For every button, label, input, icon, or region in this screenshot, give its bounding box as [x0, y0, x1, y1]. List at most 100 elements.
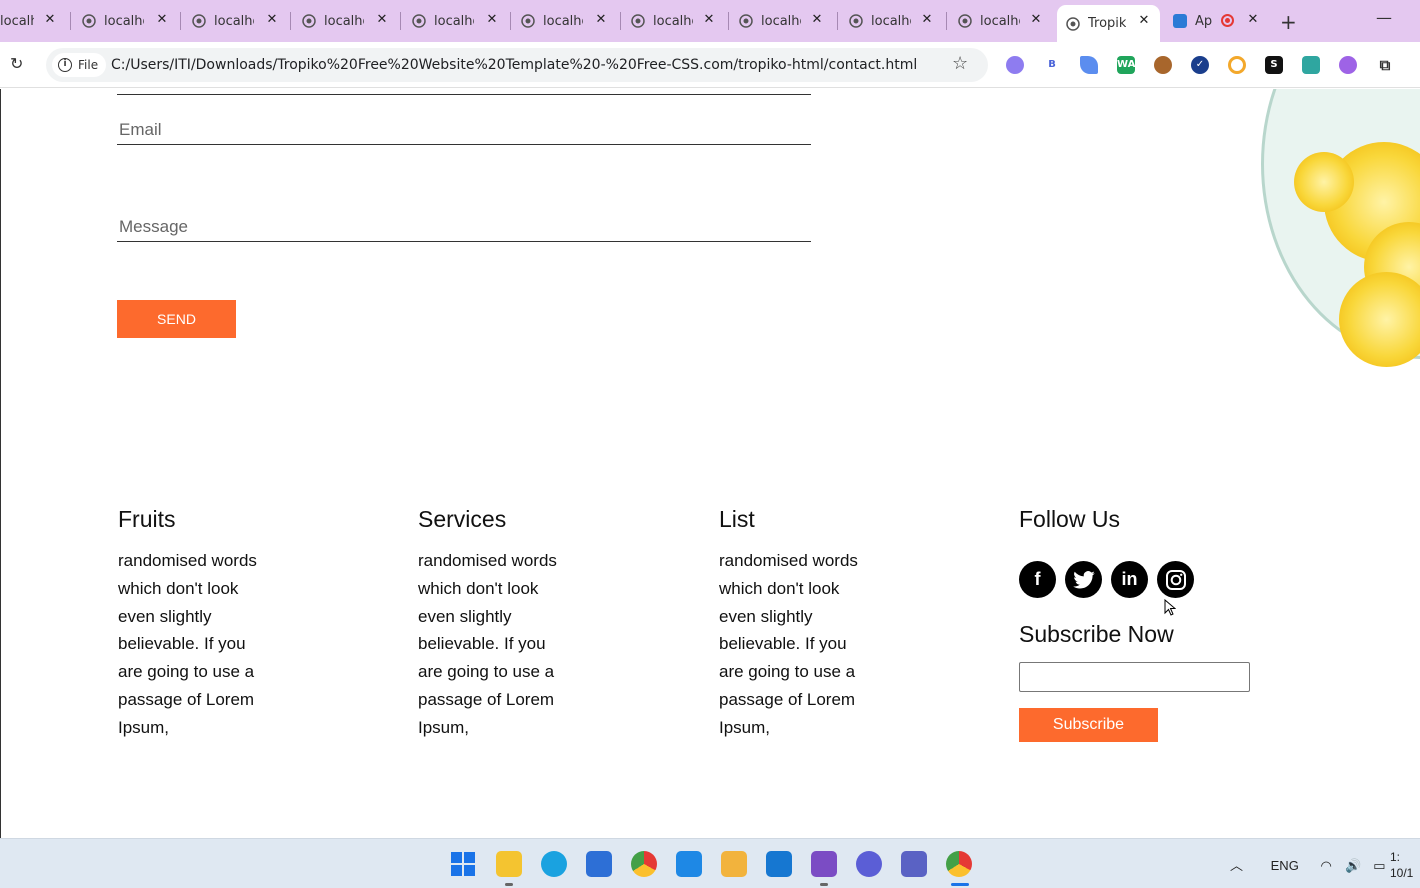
facebook-icon[interactable]: f — [1019, 561, 1056, 598]
footer-column-title: Services — [418, 506, 507, 532]
tab-close-icon[interactable]: ✕ — [701, 12, 717, 27]
extensions-puzzle-icon[interactable]: ⧉ — [1376, 56, 1394, 74]
tab-close-icon[interactable]: ✕ — [1245, 12, 1261, 27]
battery-icon[interactable]: ▭ — [1373, 858, 1385, 873]
start-menu-icon[interactable] — [450, 851, 476, 877]
visual-studio-icon[interactable] — [811, 851, 837, 877]
browser-tab[interactable]: localhost ✕ — [412, 8, 500, 34]
browser-tab[interactable]: localhost ✕ — [739, 8, 825, 34]
minimize-button[interactable]: — — [1376, 8, 1392, 27]
tab-close-icon[interactable]: ✕ — [809, 12, 825, 27]
paint-icon[interactable] — [721, 851, 747, 877]
feather-extension-icon[interactable] — [1080, 56, 1098, 74]
globe-icon — [192, 14, 206, 28]
app-launcher-icon[interactable] — [676, 851, 702, 877]
browser-tab[interactable]: localhost ✕ — [958, 8, 1044, 34]
chrome-icon[interactable] — [631, 851, 657, 877]
windows-taskbar: ︿ ENG ◠ 🔊 ▭ 1: 10/1 — [0, 838, 1420, 888]
tab-separator — [510, 12, 511, 30]
brain-extension-icon[interactable] — [1339, 56, 1357, 74]
reload-icon[interactable]: ↻ — [10, 54, 23, 73]
url-text[interactable]: C:/Users/ITI/Downloads/Tropiko%20Free%20… — [111, 57, 917, 73]
file-explorer-icon[interactable] — [496, 851, 522, 877]
b-extension-icon[interactable]: B — [1043, 56, 1061, 74]
browser-tab[interactable]: localhost ✕ — [0, 8, 58, 34]
chevron-up-icon[interactable]: ︿ — [1230, 858, 1243, 873]
tab-close-icon[interactable]: ✕ — [264, 12, 280, 27]
tab-separator — [400, 12, 401, 30]
tab-label: localhost — [324, 13, 364, 29]
tab-separator — [946, 12, 947, 30]
browser-tab[interactable]: localhost ✕ — [192, 8, 280, 34]
edge-icon[interactable] — [541, 851, 567, 877]
page-content: SEND Fruits randomised words which don't… — [0, 89, 1420, 838]
cast-extension-icon[interactable] — [1302, 56, 1320, 74]
browser-tab[interactable]: localhost ✕ — [631, 8, 717, 34]
chrome-active-icon[interactable] — [946, 851, 972, 877]
ring-extension-icon[interactable] — [1228, 56, 1246, 74]
clock-date: 10/1 — [1390, 866, 1414, 880]
globe-icon — [412, 14, 426, 28]
tab-close-icon[interactable]: ✕ — [484, 12, 500, 27]
browser-tab[interactable]: localhost ✕ — [849, 8, 935, 34]
tab-close-icon[interactable]: ✕ — [1028, 12, 1044, 27]
tab-close-icon[interactable]: ✕ — [919, 12, 935, 27]
globe-icon — [1066, 16, 1080, 31]
browser-tab[interactable]: localhost ✕ — [521, 8, 609, 34]
tab-close-icon[interactable]: ✕ — [374, 12, 390, 27]
email-field[interactable] — [117, 120, 811, 145]
site-info-chip[interactable]: i File — [52, 53, 107, 77]
volume-icon[interactable]: 🔊 — [1345, 858, 1361, 873]
tab-separator — [290, 12, 291, 30]
mouse-cursor-icon — [1164, 599, 1176, 616]
send-button[interactable]: SEND — [117, 300, 236, 338]
s-extension-icon[interactable]: S — [1265, 56, 1283, 74]
globe-icon — [958, 14, 972, 28]
tab-close-icon[interactable]: ✕ — [154, 12, 170, 27]
message-input[interactable] — [117, 217, 811, 241]
running-indicator — [820, 883, 828, 886]
message-field[interactable] — [117, 217, 811, 242]
browser-tab-active[interactable]: Tropiko ✕ — [1057, 5, 1160, 42]
linkedin-icon[interactable]: in — [1111, 561, 1148, 598]
store-icon[interactable] — [586, 851, 612, 877]
clock[interactable]: 1: 10/1 — [1390, 849, 1413, 881]
tab-label: localhost — [214, 13, 254, 29]
tab-close-icon[interactable]: ✕ — [42, 12, 58, 27]
bookmark-star-icon[interactable]: ☆ — [952, 53, 968, 74]
language-indicator[interactable]: ENG — [1271, 858, 1299, 873]
check-extension-icon[interactable]: ✓ — [1191, 56, 1209, 74]
wifi-icon[interactable]: ◠ — [1320, 858, 1331, 873]
twitter-icon[interactable] — [1065, 561, 1102, 598]
info-icon: i — [58, 58, 72, 72]
tab-separator — [837, 12, 838, 30]
footer-column-title: List — [719, 506, 755, 532]
new-tab-button[interactable]: + — [1280, 10, 1297, 34]
tab-label: localhost — [980, 13, 1020, 29]
gear-extension-icon[interactable] — [1006, 56, 1024, 74]
iptv-icon[interactable] — [856, 851, 882, 877]
wa-extension-icon[interactable]: WA — [1117, 56, 1135, 74]
globe-icon — [82, 14, 96, 28]
cookie-extension-icon[interactable] — [1154, 56, 1172, 74]
browser-tab[interactable]: localhost ✕ — [302, 8, 390, 34]
tab-label: localhost — [0, 13, 34, 29]
browser-tab[interactable]: localhost ✕ — [82, 8, 170, 34]
vscode-icon[interactable] — [766, 851, 792, 877]
subscribe-email-input[interactable] — [1019, 662, 1250, 692]
tab-close-icon[interactable]: ✕ — [593, 12, 609, 27]
browser-tab[interactable]: Ap ✕ — [1173, 8, 1261, 34]
tab-label: localhost — [434, 13, 474, 29]
teams-icon[interactable] — [901, 851, 927, 877]
email-input[interactable] — [117, 120, 811, 144]
name-field-underline — [117, 89, 811, 95]
tab-label: Tropiko — [1088, 16, 1126, 31]
subscribe-button[interactable]: Subscribe — [1019, 708, 1158, 742]
tab-label: localhost — [761, 13, 801, 29]
follow-us-title: Follow Us — [1019, 506, 1120, 532]
tab-close-icon[interactable]: ✕ — [1136, 13, 1152, 28]
footer-column-text: randomised words which don't look even s… — [719, 551, 858, 737]
footer-column-fruits: Fruits randomised words which don't look… — [118, 506, 268, 742]
address-bar[interactable]: i File C:/Users/ITI/Downloads/Tropiko%20… — [46, 48, 988, 82]
instagram-icon[interactable] — [1157, 561, 1194, 598]
